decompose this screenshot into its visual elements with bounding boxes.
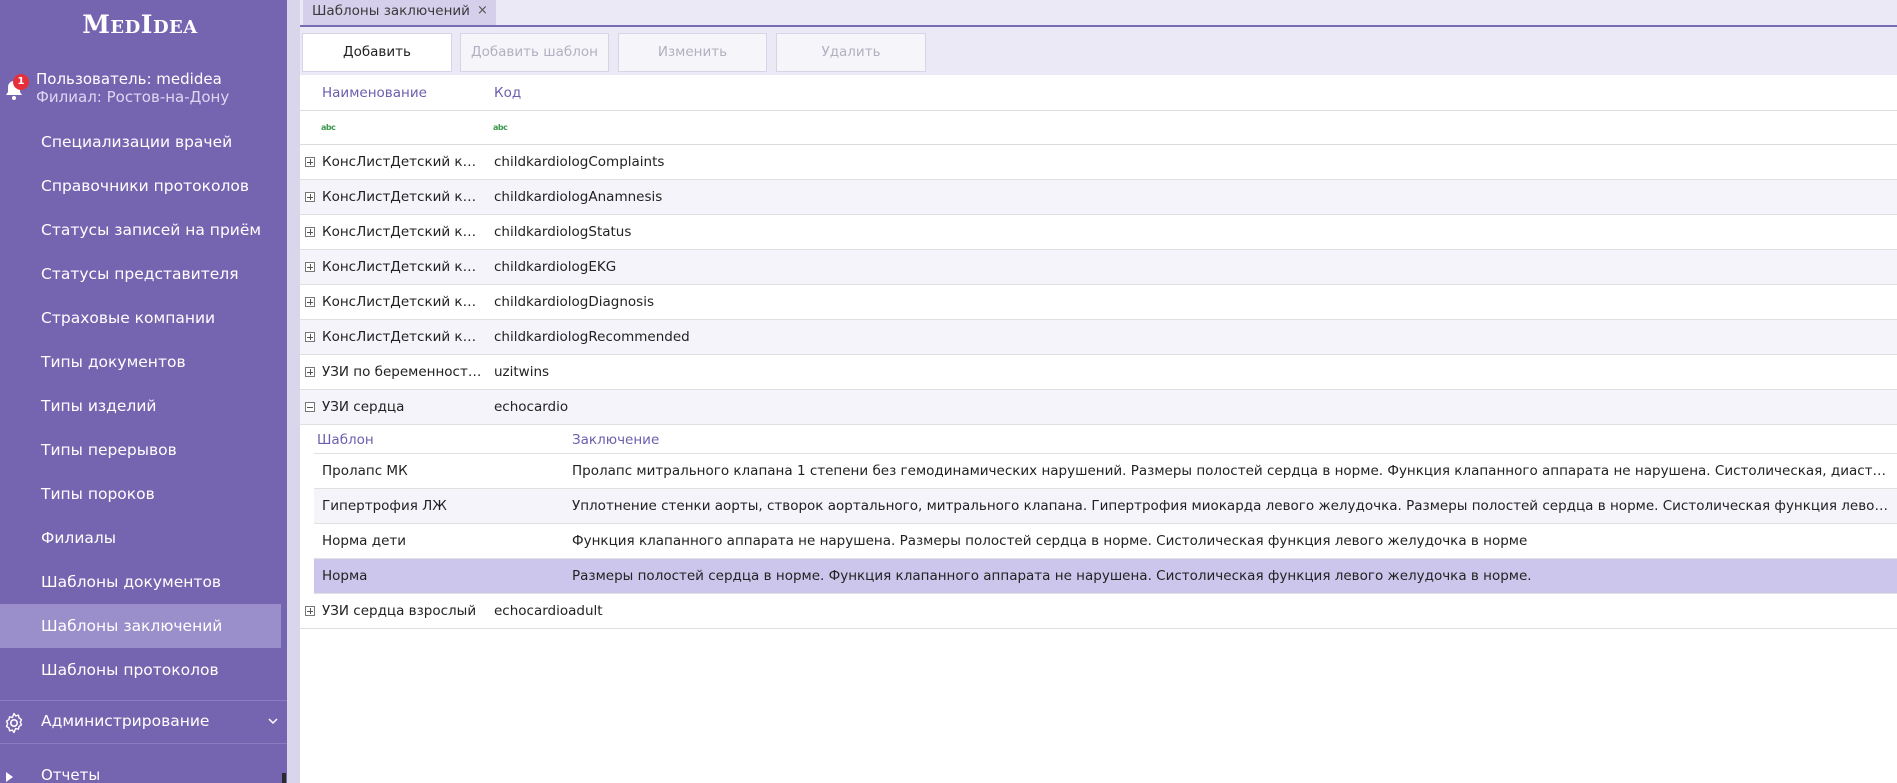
table-row[interactable]: КонсЛистДетский кардиолог childkardiolog… <box>300 215 1897 250</box>
user-info: 1 Пользователь: medidea Филиал: Ростов-н… <box>0 68 287 110</box>
sidebar-item-defect-types[interactable]: Типы пороков <box>0 472 287 516</box>
sidebar-scrollbar[interactable] <box>282 773 286 783</box>
row-name: КонсЛистДетский кардиолог <box>322 294 484 310</box>
grid-header: Наименование Код <box>300 75 1897 111</box>
row-name: КонсЛистДетский кардиолог <box>322 189 484 205</box>
detail-row[interactable]: Норма дети Функция клапанного аппарата н… <box>314 524 1897 559</box>
sidebar-item-break-types[interactable]: Типы перерывов <box>0 428 287 472</box>
detail-row[interactable]: Гипертрофия ЛЖ Уплотнение стенки аорты, … <box>314 489 1897 524</box>
sidebar-item-appointment-statuses[interactable]: Статусы записей на приём <box>0 208 287 252</box>
row-name: УЗИ сердца взрослый <box>322 603 477 619</box>
notification-badge: 1 <box>13 74 29 90</box>
table-row[interactable]: КонсЛистДетский кардиолог childkardiolog… <box>300 145 1897 180</box>
row-name: КонсЛистДетский кардиолог <box>322 329 484 345</box>
delete-button[interactable]: Удалить <box>776 33 926 72</box>
filter-text-icon[interactable]: abc <box>321 123 336 133</box>
table-row[interactable]: УЗИ сердца echocardio <box>300 390 1897 425</box>
row-name: КонсЛистДетский кардиолог <box>322 224 484 240</box>
sidebar-item-protocol-templates[interactable]: Шаблоны протоколов <box>0 648 287 692</box>
table-row[interactable]: КонсЛистДетский кардиолог childkardiolog… <box>300 250 1897 285</box>
expand-icon[interactable] <box>305 262 315 272</box>
sidebar-item-document-templates[interactable]: Шаблоны документов <box>0 560 287 604</box>
filter-row: abc abc <box>300 111 1897 145</box>
detail-template-name: Норма дети <box>322 533 407 549</box>
row-name: КонсЛистДетский кардиолог <box>322 154 484 170</box>
column-header-template[interactable]: Шаблон <box>317 432 374 448</box>
caret-right-icon <box>6 772 13 782</box>
row-name: УЗИ по беременности двойня <box>322 364 484 380</box>
expand-icon[interactable] <box>305 332 315 342</box>
sidebar: MedIdea 1 Пользователь: medidea Филиал: … <box>0 0 287 783</box>
detail-conclusion-text: Функция клапанного аппарата не нарушена.… <box>572 533 1528 549</box>
sidebar-item-representative-statuses[interactable]: Статусы представителя <box>0 252 287 296</box>
detail-conclusion-text: Пролапс митрального клапана 1 степени бе… <box>572 463 1890 479</box>
table-row[interactable]: УЗИ сердца взрослый echocardioadult <box>300 594 1897 629</box>
expand-icon[interactable] <box>305 227 315 237</box>
gear-icon <box>5 712 23 734</box>
sidebar-group-administration[interactable]: Администрирование <box>0 700 287 744</box>
row-code: childkardiologAnamnesis <box>494 189 663 205</box>
add-button[interactable]: Добавить <box>302 33 452 72</box>
tab-bar: Шаблоны заключений × <box>300 0 1897 27</box>
row-code: childkardiologRecommended <box>494 329 690 345</box>
expand-icon[interactable] <box>305 192 315 202</box>
sidebar-item-document-types[interactable]: Типы документов <box>0 340 287 384</box>
detail-conclusion-text: Размеры полостей сердца в норме. Функция… <box>572 568 1532 584</box>
table-row[interactable]: КонсЛистДетский кардиолог childkardiolog… <box>300 285 1897 320</box>
detail-grid-header: Шаблон Заключение <box>314 425 1897 454</box>
detail-template-name: Гипертрофия ЛЖ <box>322 498 447 514</box>
close-icon[interactable]: × <box>477 0 488 22</box>
chevron-down-icon <box>268 718 278 725</box>
row-code: uzitwins <box>494 364 550 380</box>
row-code: echocardioadult <box>494 603 603 619</box>
collapse-icon[interactable] <box>305 402 315 412</box>
detail-template-name: Пролапс МК <box>322 463 408 479</box>
main-content: Шаблоны заключений × Добавить Добавить ш… <box>300 0 1897 783</box>
sidebar-item-doctor-specializations[interactable]: Специализации врачей <box>0 120 287 164</box>
column-header-code[interactable]: Код <box>494 85 521 101</box>
sidebar-item-product-types[interactable]: Типы изделий <box>0 384 287 428</box>
expand-icon[interactable] <box>305 367 315 377</box>
tab-conclusion-templates[interactable]: Шаблоны заключений × <box>303 0 496 25</box>
sidebar-item-conclusion-templates[interactable]: Шаблоны заключений <box>0 604 281 648</box>
row-name: УЗИ сердца <box>322 399 405 415</box>
user-name: Пользователь: medidea <box>36 70 222 88</box>
row-code: childkardiologDiagnosis <box>494 294 654 310</box>
sidebar-item-protocol-references[interactable]: Справочники протоколов <box>0 164 287 208</box>
sidebar-item-insurance-companies[interactable]: Страховые компании <box>0 296 287 340</box>
tab-label: Шаблоны заключений <box>312 3 470 19</box>
branch-name: Филиал: Ростов-на-Дону <box>36 88 230 106</box>
detail-conclusion-text: Уплотнение стенки аорты, створок аорталь… <box>572 498 1890 514</box>
filter-text-icon[interactable]: abc <box>493 123 508 133</box>
row-name: КонсЛистДетский кардиолог <box>322 259 484 275</box>
row-code: childkardiologComplaints <box>494 154 665 170</box>
toolbar: Добавить Добавить шаблон Изменить Удалит… <box>300 27 1897 75</box>
detail-row[interactable]: Пролапс МК Пролапс митрального клапана 1… <box>314 454 1897 489</box>
sidebar-item-branches[interactable]: Филиалы <box>0 516 287 560</box>
sidebar-group-reports[interactable]: Отчеты <box>41 766 100 783</box>
detail-template-name: Норма <box>322 568 368 584</box>
column-header-conclusion[interactable]: Заключение <box>572 432 659 448</box>
row-code: childkardiologEKG <box>494 259 617 275</box>
row-code: echocardio <box>494 399 569 415</box>
app-window: MedIdea 1 Пользователь: medidea Филиал: … <box>0 0 1897 783</box>
add-template-button[interactable]: Добавить шаблон <box>460 33 609 72</box>
table-row[interactable]: КонсЛистДетский кардиолог childkardiolog… <box>300 320 1897 355</box>
edit-button[interactable]: Изменить <box>618 33 767 72</box>
detail-row-selected[interactable]: Норма Размеры полостей сердца в норме. Ф… <box>314 559 1897 594</box>
table-row[interactable]: КонсЛистДетский кардиолог childkardiolog… <box>300 180 1897 215</box>
sidebar-nav: Специализации врачей Справочники протоко… <box>0 120 287 692</box>
row-code: childkardiologStatus <box>494 224 632 240</box>
app-logo: MedIdea <box>82 10 198 39</box>
column-header-name[interactable]: Наименование <box>322 85 427 101</box>
table-row[interactable]: УЗИ по беременности двойня uzitwins <box>300 355 1897 390</box>
sidebar-splitter[interactable] <box>287 0 300 783</box>
sidebar-group-label: Администрирование <box>41 712 210 730</box>
expand-icon[interactable] <box>305 297 315 307</box>
expand-icon[interactable] <box>305 606 315 616</box>
expand-icon[interactable] <box>305 157 315 167</box>
